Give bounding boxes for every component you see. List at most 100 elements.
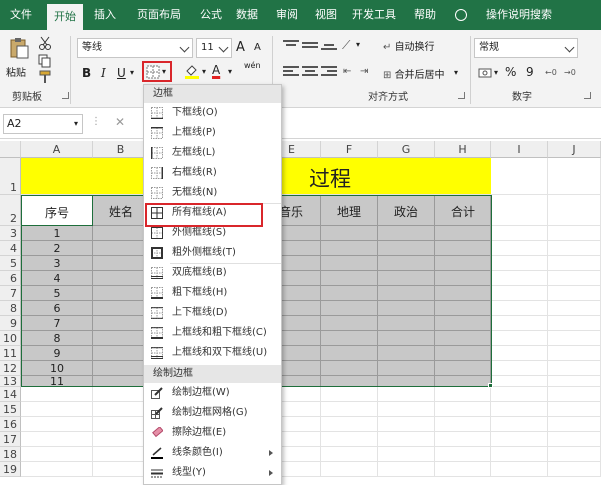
cell[interactable] xyxy=(548,346,601,361)
fill-color-icon[interactable] xyxy=(184,63,200,79)
underline-button[interactable]: U xyxy=(117,66,126,80)
cell[interactable] xyxy=(21,417,93,432)
cell[interactable] xyxy=(548,447,601,462)
cell[interactable] xyxy=(548,286,601,301)
cell[interactable] xyxy=(321,286,378,301)
menu-item-eraser[interactable]: 擦除边框(E) xyxy=(144,423,281,443)
italic-button[interactable]: I xyxy=(101,66,106,80)
cell[interactable] xyxy=(21,447,93,462)
font-color-dropdown-icon[interactable]: ▾ xyxy=(228,67,232,76)
clipboard-launcher-icon[interactable] xyxy=(62,92,69,99)
cell[interactable] xyxy=(321,447,378,462)
menu-item-line-color[interactable]: 线条颜色(I) xyxy=(144,443,281,463)
number-format-select[interactable]: 常规 xyxy=(474,38,578,58)
cell[interactable] xyxy=(321,346,378,361)
cell[interactable] xyxy=(548,271,601,286)
cell[interactable] xyxy=(548,417,601,432)
cell[interactable]: 7 xyxy=(21,316,93,331)
menu-item-border-thick-bottom[interactable]: 粗下框线(H) xyxy=(144,283,281,303)
cell[interactable] xyxy=(321,271,378,286)
menu-item-draw-border[interactable]: 绘制边框(W) xyxy=(144,383,281,403)
cell[interactable]: 2 xyxy=(21,241,93,256)
cell[interactable] xyxy=(93,226,149,241)
cell[interactable]: 11 xyxy=(21,376,93,387)
select-all-corner[interactable] xyxy=(0,141,21,158)
cell[interactable] xyxy=(435,402,491,417)
col-header-g[interactable]: G xyxy=(378,141,435,158)
fill-handle[interactable] xyxy=(488,383,493,388)
cell[interactable] xyxy=(321,241,378,256)
cell[interactable] xyxy=(93,241,149,256)
cell[interactable] xyxy=(321,376,378,387)
cell[interactable]: 3 xyxy=(21,256,93,271)
cell[interactable] xyxy=(435,462,491,477)
menu-item-border-top-double-bottom[interactable]: 上框线和双下框线(U) xyxy=(144,343,281,363)
cell[interactable] xyxy=(378,331,435,346)
row-header-11[interactable]: 11 xyxy=(0,346,21,361)
cell[interactable] xyxy=(491,402,548,417)
cell[interactable] xyxy=(548,462,601,477)
cell[interactable] xyxy=(378,432,435,447)
increase-decimal-icon[interactable]: ←0 xyxy=(545,68,557,77)
percent-button[interactable]: % xyxy=(505,65,516,79)
cell[interactable] xyxy=(321,316,378,331)
cell[interactable]: 5 xyxy=(21,286,93,301)
tab-file[interactable]: 文件 xyxy=(4,0,38,30)
cell[interactable] xyxy=(491,346,548,361)
cell[interactable] xyxy=(548,301,601,316)
increase-indent-icon[interactable]: ⇥ xyxy=(360,66,368,77)
cell[interactable] xyxy=(491,256,548,271)
font-size-select[interactable]: 11 xyxy=(196,38,232,58)
cell[interactable] xyxy=(548,361,601,376)
cancel-entry-icon[interactable]: ✕ xyxy=(115,115,125,129)
decrease-indent-icon[interactable]: ⇤ xyxy=(343,66,351,77)
col-header-j[interactable]: J xyxy=(548,141,601,158)
cell[interactable] xyxy=(491,432,548,447)
cell[interactable] xyxy=(378,447,435,462)
cell[interactable] xyxy=(435,376,491,387)
cell[interactable] xyxy=(93,361,149,376)
align-top-icon[interactable] xyxy=(283,40,299,50)
cell[interactable] xyxy=(435,256,491,271)
cell[interactable] xyxy=(21,387,93,402)
cell[interactable] xyxy=(491,331,548,346)
cell[interactable] xyxy=(21,432,93,447)
cell[interactable] xyxy=(491,447,548,462)
cell[interactable] xyxy=(491,301,548,316)
merge-dropdown-icon[interactable]: ▾ xyxy=(454,68,458,77)
copy-icon[interactable] xyxy=(38,54,52,68)
tab-page-layout[interactable]: 页面布局 xyxy=(129,0,189,30)
tab-formulas[interactable]: 公式 xyxy=(194,0,228,30)
row-header-7[interactable]: 7 xyxy=(0,286,21,301)
cell[interactable] xyxy=(378,286,435,301)
comma-style-button[interactable]: 9 xyxy=(526,65,534,79)
cell[interactable] xyxy=(548,376,601,387)
cell[interactable] xyxy=(321,361,378,376)
borders-dropdown-icon[interactable]: ▾ xyxy=(162,67,166,76)
cell[interactable] xyxy=(435,417,491,432)
row-header-19[interactable]: 19 xyxy=(0,462,21,477)
cell[interactable] xyxy=(321,402,378,417)
shrink-font-button[interactable]: A xyxy=(254,42,261,53)
row-header-2[interactable]: 2 xyxy=(0,195,21,226)
cell[interactable] xyxy=(321,331,378,346)
row-header-15[interactable]: 15 xyxy=(0,402,21,417)
tab-review[interactable]: 审阅 xyxy=(270,0,304,30)
orientation-icon[interactable]: ⟋ xyxy=(342,38,350,53)
cell[interactable] xyxy=(548,226,601,241)
cell[interactable] xyxy=(21,462,93,477)
cell[interactable] xyxy=(548,241,601,256)
align-left-icon[interactable] xyxy=(283,66,299,80)
cell[interactable] xyxy=(378,256,435,271)
tab-data[interactable]: 数据 xyxy=(230,0,264,30)
orientation-dropdown-icon[interactable]: ▾ xyxy=(356,40,360,49)
tab-insert[interactable]: 插入 xyxy=(88,0,122,30)
accounting-format-icon[interactable] xyxy=(478,66,492,80)
paste-button[interactable]: 粘贴 xyxy=(6,34,32,82)
row-header-16[interactable]: 16 xyxy=(0,417,21,432)
font-color-button[interactable]: A xyxy=(212,63,220,77)
cell[interactable] xyxy=(93,402,149,417)
cell[interactable] xyxy=(321,417,378,432)
cell[interactable]: 8 xyxy=(21,331,93,346)
cut-icon[interactable] xyxy=(38,36,52,50)
